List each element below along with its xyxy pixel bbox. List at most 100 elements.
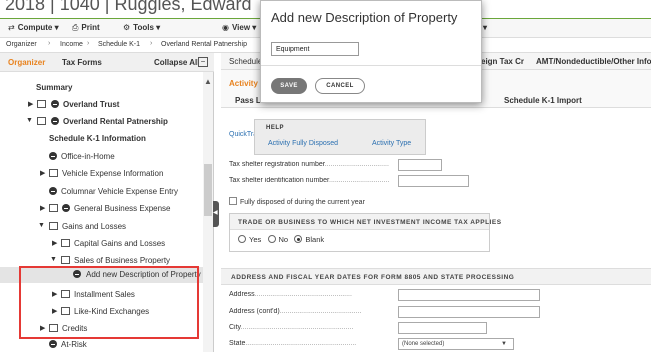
tab-schedule[interactable]: Schedule	[229, 57, 262, 66]
tree-item-summary[interactable]: Summary	[0, 80, 203, 96]
tab-tax-forms[interactable]: Tax Forms	[62, 58, 102, 67]
view-button[interactable]: ◉ View ▾	[222, 23, 256, 32]
print-button[interactable]: ⎙ Print	[72, 23, 100, 33]
collapse-all-button[interactable]: Collapse All	[154, 58, 200, 67]
tree-label: Sales of Business Property	[74, 256, 171, 265]
tree-item-columnar-vehicle[interactable]: Columnar Vehicle Expense Entry	[0, 184, 203, 200]
save-button[interactable]: SAVE	[271, 78, 307, 94]
radio-no[interactable]: No	[267, 235, 289, 244]
breadcrumb-overland-rental[interactable]: Overland Rental Patnership	[161, 41, 247, 48]
compute-button[interactable]: ⇄ Compute ▾	[8, 23, 59, 32]
caret-right-icon[interactable]: ▶	[40, 204, 45, 212]
city-input[interactable]	[398, 322, 487, 334]
chevron-down-icon: ▾	[250, 23, 257, 32]
radio-circle[interactable]	[238, 235, 246, 243]
caret-down-icon[interactable]: ▼	[50, 256, 57, 263]
breadcrumb-income[interactable]: Income	[60, 41, 83, 48]
address-cont-label: Address (cont'd)........................…	[229, 308, 362, 315]
checkbox[interactable]	[229, 197, 237, 205]
tools-button[interactable]: ⚙ Tools ▾	[123, 23, 160, 32]
tab-organizer[interactable]: Organizer	[8, 58, 45, 67]
label-text: City	[229, 324, 241, 331]
help-link-fully-disposed[interactable]: Activity Fully Disposed	[268, 140, 338, 147]
tree-item-vehicle-expense[interactable]: ▶ Vehicle Expense Information	[0, 166, 203, 182]
breadcrumb-schedule-k1[interactable]: Schedule K-1	[98, 41, 140, 48]
description-input[interactable]	[271, 42, 359, 56]
tree-label: Overland Trust	[63, 100, 120, 109]
tree-item-office-in-home[interactable]: Office-in-Home	[0, 149, 203, 165]
panel-collapse-handle[interactable]: ◀	[213, 201, 219, 227]
tab-activity-info[interactable]: Activity I	[229, 79, 262, 88]
radio-yes[interactable]: Yes	[238, 235, 261, 244]
caret-up-icon[interactable]: ▲	[204, 77, 212, 86]
eye-icon: ◉	[222, 23, 229, 32]
caret-right-icon[interactable]: ▶	[40, 169, 45, 177]
remove-circle-icon	[49, 340, 57, 348]
radio-circle[interactable]	[294, 235, 303, 243]
radio-label: Blank	[305, 235, 325, 244]
chevron-down-icon[interactable]: ▾	[483, 23, 487, 32]
fully-disposed-checkbox[interactable]: Fully disposed of during the current yea…	[229, 197, 365, 206]
caret-right-icon[interactable]: ▶	[28, 100, 33, 108]
tree-label: Capital Gains and Losses	[74, 239, 166, 248]
printer-icon: ⎙	[72, 23, 79, 32]
tab-foreign-tax-credit[interactable]: eign Tax Cr	[481, 57, 524, 66]
radio-blank[interactable]: Blank	[294, 235, 324, 244]
tree-label: Gains and Losses	[62, 222, 127, 231]
help-panel: HELP Activity Fully Disposed Activity Ty…	[254, 119, 426, 155]
tab-amt-other-info[interactable]: AMT/Nondeductible/Other Info	[536, 57, 651, 66]
add-description-modal: Add new Description of Property SAVE CAN…	[260, 0, 482, 103]
label-text: Address (cont'd)	[229, 308, 280, 315]
caret-down-icon[interactable]: ▼	[38, 222, 45, 229]
collapse-minus-icon[interactable]: −	[198, 57, 208, 67]
section-title: TRADE OR BUSINESS TO WHICH NET INVESTMEN…	[230, 214, 501, 230]
state-label: State...................................…	[229, 340, 357, 347]
breadcrumb-organizer[interactable]: Organizer	[6, 41, 37, 48]
tree-item-overland-trust[interactable]: ▶ Overland Trust	[0, 97, 203, 113]
caret-down-icon: ▼	[501, 341, 507, 347]
swap-arrows-icon: ⇄	[8, 23, 15, 32]
tree-label: Vehicle Expense Information	[62, 169, 164, 178]
tree-scrollbar[interactable]: ▲	[203, 72, 213, 352]
tax-shelter-id-label: Tax shelter identification number.......…	[229, 177, 389, 184]
remove-circle-icon	[62, 204, 70, 212]
tree-item-gains-losses[interactable]: ▼ Gains and Losses	[0, 219, 203, 235]
tree-item-k1-information[interactable]: Schedule K-1 Information	[0, 131, 203, 147]
address-input[interactable]	[398, 289, 540, 301]
modal-title: Add new Description of Property	[271, 10, 458, 25]
radio-label: No	[278, 235, 289, 244]
caret-down-icon[interactable]: ▼	[26, 117, 33, 124]
state-select[interactable]: (None selected) ▼	[398, 338, 514, 350]
address-cont-input[interactable]	[398, 306, 540, 318]
tree-label: Overland Rental Patnership	[63, 117, 168, 126]
folder-icon	[37, 117, 46, 125]
tax-shelter-reg-label: Tax shelter registration number.........…	[229, 161, 389, 168]
scroll-thumb[interactable]	[204, 164, 212, 216]
radio-circle[interactable]	[267, 235, 276, 243]
tree-item-at-risk[interactable]: At-Risk	[0, 337, 203, 352]
help-title: HELP	[266, 125, 285, 131]
gear-icon: ⚙	[123, 23, 131, 32]
label-text: State	[229, 340, 246, 347]
checkbox-label: Fully disposed of during the current yea…	[240, 199, 365, 206]
modal-divider	[261, 65, 481, 66]
address-label: Address.................................…	[229, 291, 352, 298]
tax-shelter-id-input[interactable]	[398, 175, 469, 187]
folder-icon	[49, 204, 58, 212]
tree-item-capital-gains[interactable]: ▶ Capital Gains and Losses	[0, 236, 203, 252]
select-value: (None selected)	[402, 341, 445, 347]
tree-item-overland-rental[interactable]: ▼ Overland Rental Patnership	[0, 114, 203, 130]
help-link-activity-type[interactable]: Activity Type	[372, 140, 411, 147]
print-label: Print	[81, 23, 100, 32]
tax-shelter-reg-input[interactable]	[398, 159, 442, 171]
panel-header: Organizer Tax Forms Collapse All −	[0, 53, 214, 72]
tree-item-general-business[interactable]: ▶ General Business Expense	[0, 201, 203, 217]
tab-k1-import[interactable]: Schedule K-1 Import	[504, 96, 582, 105]
tree-label: At-Risk	[61, 340, 87, 349]
chevron-down-icon: ▾	[153, 23, 161, 32]
caret-left-icon: ◀	[213, 210, 218, 216]
folder-icon	[61, 256, 70, 264]
cancel-button[interactable]: CANCEL	[315, 78, 365, 94]
caret-right-icon[interactable]: ▶	[52, 239, 57, 247]
tree-label: Columnar Vehicle Expense Entry	[61, 187, 178, 196]
